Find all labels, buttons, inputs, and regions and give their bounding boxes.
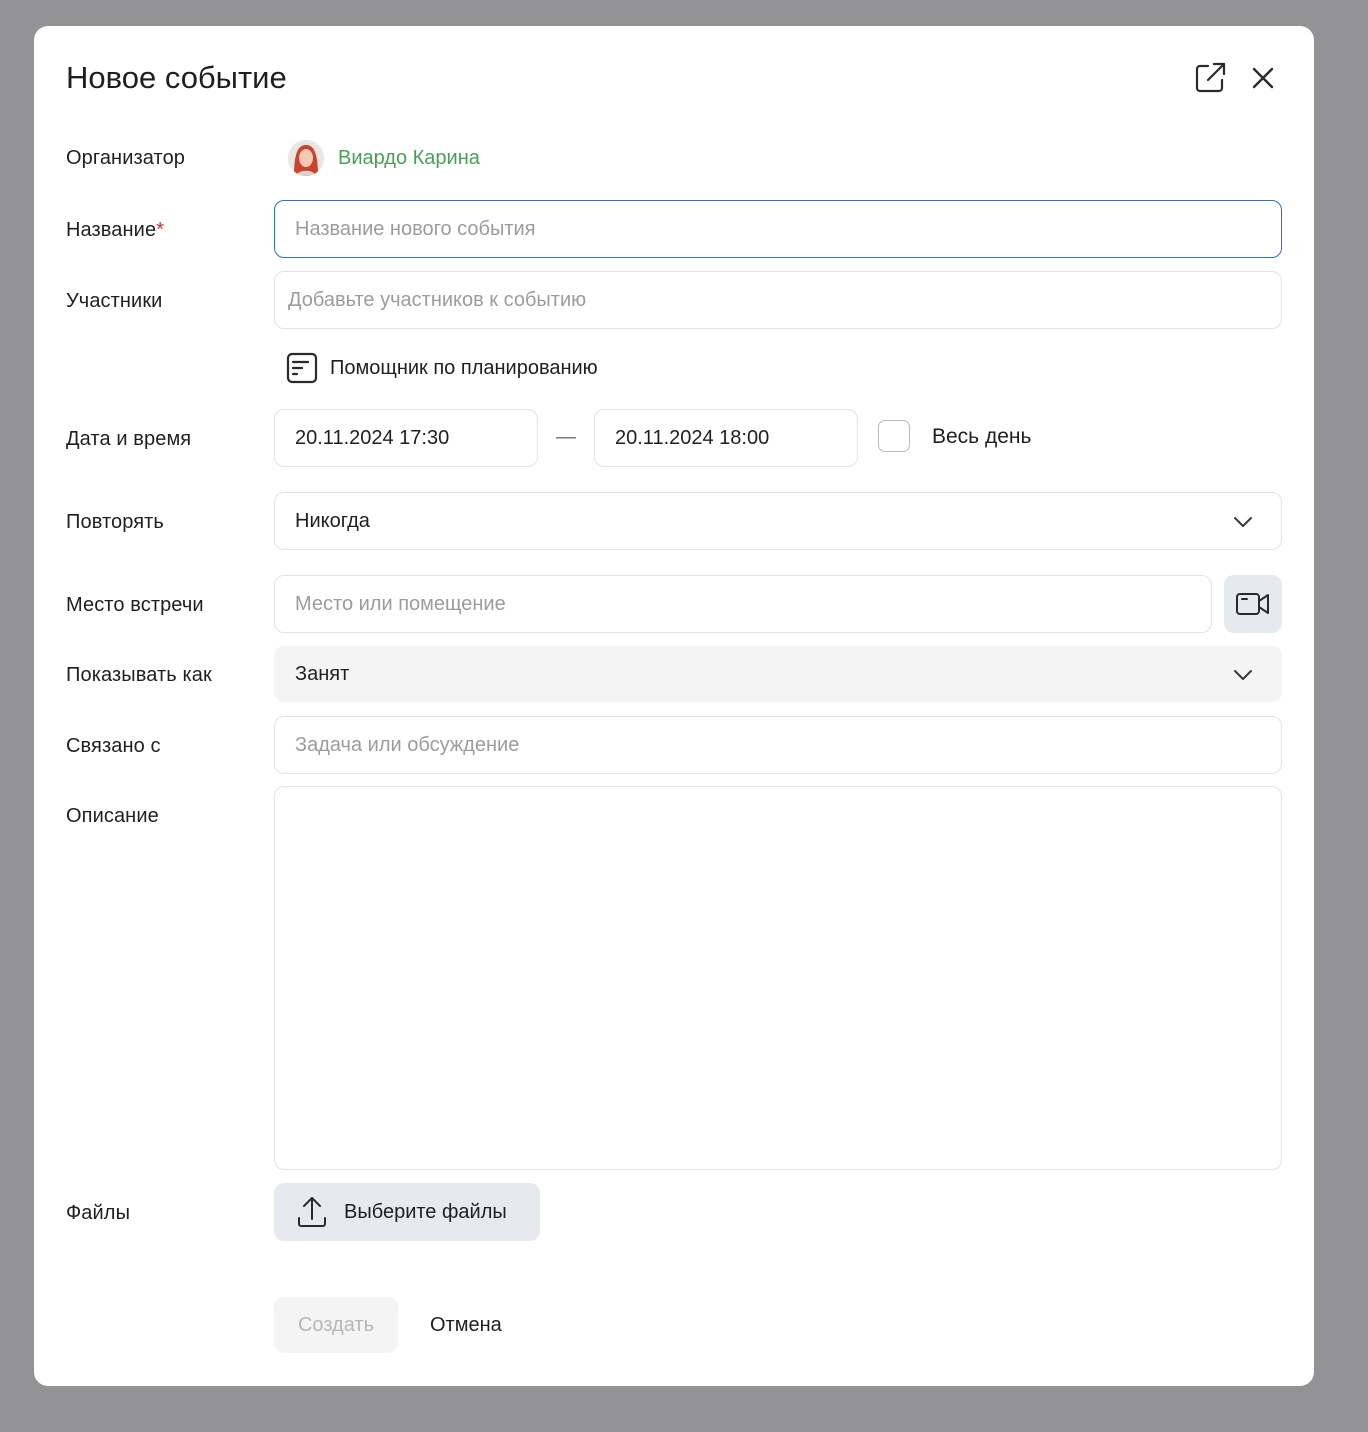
new-event-dialog: Новое событие Организатор Виардо Карина … [34, 26, 1314, 1386]
video-call-button[interactable] [1224, 575, 1282, 633]
related-input[interactable] [295, 717, 1281, 773]
related-label: Связано с [66, 735, 161, 757]
repeat-value: Никогда [295, 509, 370, 532]
choose-files-label: Выберите файлы [344, 1200, 507, 1223]
repeat-select[interactable]: Никогда [274, 492, 1282, 550]
datetime-label: Дата и время [66, 428, 192, 450]
show-as-value: Занят [295, 662, 350, 685]
event-name-field[interactable] [274, 200, 1282, 258]
video-camera-icon [1236, 593, 1269, 615]
location-input[interactable] [295, 576, 1211, 632]
event-name-input[interactable] [295, 201, 1281, 257]
end-datetime-value: 20.11.2024 18:00 [615, 426, 770, 449]
close-icon[interactable] [1245, 60, 1281, 96]
date-separator: — [556, 426, 576, 448]
choose-files-button[interactable]: Выберите файлы [274, 1183, 540, 1241]
external-link-icon[interactable] [1192, 60, 1228, 96]
description-textarea[interactable] [274, 786, 1282, 1170]
files-label: Файлы [66, 1202, 131, 1224]
repeat-label: Повторять [66, 511, 164, 533]
show-as-label: Показывать как [66, 664, 212, 686]
show-as-select[interactable]: Занят [274, 646, 1282, 702]
participants-field[interactable] [274, 271, 1282, 329]
organizer[interactable]: Виардо Карина [288, 136, 480, 180]
chevron-down-icon [1234, 517, 1252, 527]
cancel-button[interactable]: Отмена [414, 1297, 518, 1353]
required-mark: * [156, 219, 165, 241]
related-field[interactable] [274, 716, 1282, 774]
planning-assistant-link[interactable]: Помощник по планированию [286, 350, 598, 386]
participants-input[interactable] [288, 272, 1281, 328]
create-button[interactable]: Создать [274, 1297, 398, 1353]
location-label: Место встречи [66, 594, 204, 616]
description-label: Описание [66, 805, 159, 827]
all-day-checkbox[interactable] [878, 420, 910, 452]
location-field[interactable] [274, 575, 1212, 633]
chevron-down-icon [1234, 670, 1252, 680]
start-datetime-value: 20.11.2024 17:30 [295, 426, 450, 449]
name-label: Название* [66, 219, 165, 241]
all-day-label[interactable]: Весь день [932, 425, 1031, 449]
start-datetime-field[interactable]: 20.11.2024 17:30 [274, 409, 538, 467]
planner-label: Помощник по планированию [330, 356, 598, 379]
end-datetime-field[interactable]: 20.11.2024 18:00 [594, 409, 858, 467]
planner-icon [286, 352, 318, 384]
upload-icon [298, 1197, 326, 1227]
dialog-title: Новое событие [66, 60, 287, 95]
participants-label: Участники [66, 290, 163, 312]
organizer-name[interactable]: Виардо Карина [338, 147, 480, 170]
organizer-label: Организатор [66, 147, 186, 169]
avatar [288, 140, 324, 176]
